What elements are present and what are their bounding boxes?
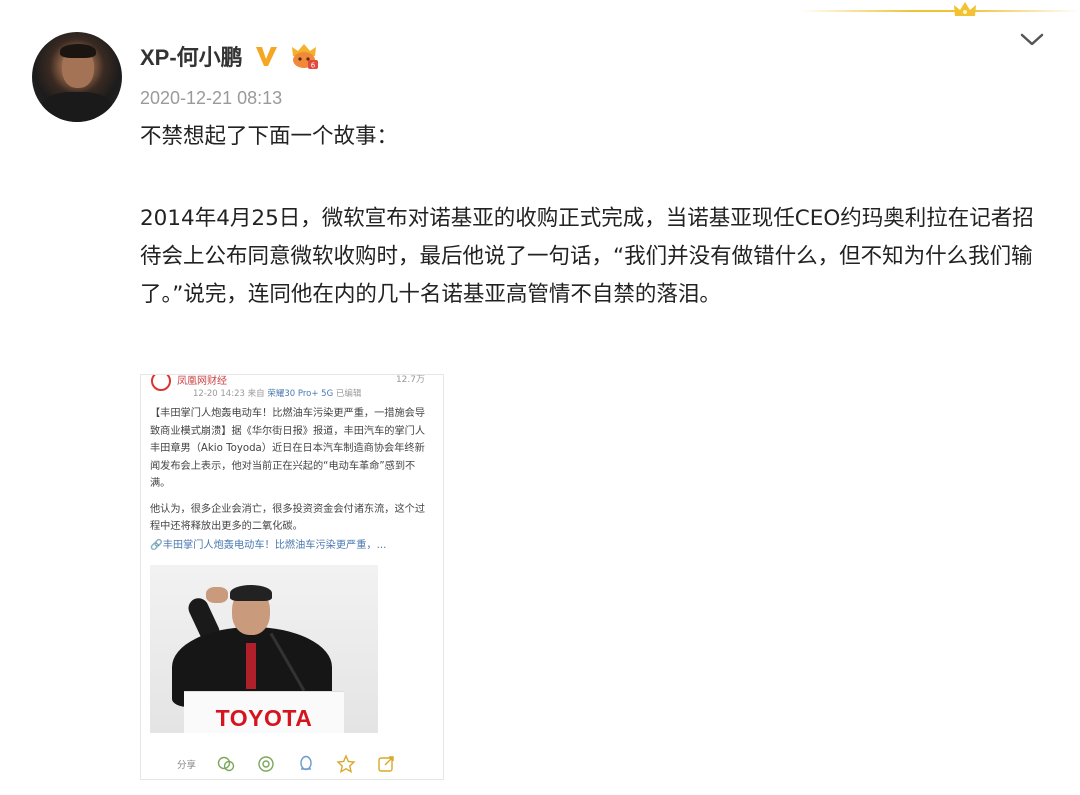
embed-link: 🔗丰田掌门人炮轰电动车！比燃油车污染更严重，...: [141, 538, 443, 553]
embed-from-label: 来自: [247, 389, 265, 399]
author-row: XP-何小鹏 6: [140, 40, 319, 72]
svg-text:6: 6: [310, 62, 315, 70]
source-logo-icon: [151, 375, 171, 391]
embed-source-name: 凤凰网财经: [177, 376, 227, 387]
embed-text-2: 他认为，很多企业会消亡，很多投资资金会付诸东流，这个过程中还将释放出更多的二氧化…: [150, 503, 426, 533]
photo-hand: [206, 587, 228, 603]
embed-edited: 已编辑: [335, 389, 362, 399]
author-name[interactable]: XP-何小鹏: [140, 40, 243, 72]
favorite-star-icon: [336, 754, 356, 773]
avatar-shirt: [42, 92, 112, 122]
export-icon: [378, 756, 394, 772]
toyota-logo-text: TOYOTA: [215, 705, 313, 731]
wechat-icon: [217, 756, 235, 772]
embed-text: 【丰田掌门人炮轰电动车！比燃油车污染更严重，一措施会导致商业模式崩溃】据《华尔街…: [141, 401, 443, 536]
avatar-hair: [60, 44, 96, 58]
chevron-down-icon[interactable]: [1018, 28, 1046, 50]
post-paragraph-2: 2014年4月25日，微软宣布对诺基亚的收购正式完成，当诺基亚现任CEO约玛奥利…: [140, 206, 1034, 307]
link-icon: 🔗: [150, 539, 163, 551]
verified-v-icon: [255, 47, 277, 66]
post-timestamp[interactable]: 2020-12-21 08:13: [140, 88, 282, 109]
embed-header: 凤凰网财经 12.7万 12-20 14:23 来自 荣耀30 Pro+ 5G …: [141, 375, 443, 401]
top-decoration: [800, 0, 1080, 28]
moments-icon: [258, 756, 274, 772]
embedded-screenshot[interactable]: 凤凰网财经 12.7万 12-20 14:23 来自 荣耀30 Pro+ 5G …: [140, 374, 444, 780]
embed-time: 12-20 14:23: [193, 389, 245, 399]
embed-meta: 12-20 14:23 来自 荣耀30 Pro+ 5G 已编辑: [193, 387, 361, 399]
member-crown-badge-icon[interactable]: 6: [289, 42, 319, 70]
photo-tie: [246, 643, 256, 689]
post-paragraph-1: 不禁想起了下面一个故事：: [140, 124, 399, 149]
qq-icon: [300, 755, 312, 771]
avatar[interactable]: [32, 32, 122, 122]
embed-count: 12.7万: [395, 375, 425, 385]
gold-line-decoration: [800, 10, 1080, 12]
embed-action-bar: 分享: [141, 749, 443, 779]
embed-device: 荣耀30 Pro+ 5G: [267, 389, 334, 399]
embed-photo: TOYOTA: [150, 565, 378, 733]
embed-text-1: 【丰田掌门人炮轰电动车！比燃油车污染更严重，一措施会导致商业模式崩溃】据《华尔街…: [150, 408, 426, 489]
embed-link-text: 丰田掌门人炮轰电动车！比燃油车污染更严重，...: [162, 539, 387, 551]
crown-icon: [954, 2, 976, 16]
share-label: 分享: [177, 760, 197, 771]
photo-hair: [230, 585, 272, 601]
